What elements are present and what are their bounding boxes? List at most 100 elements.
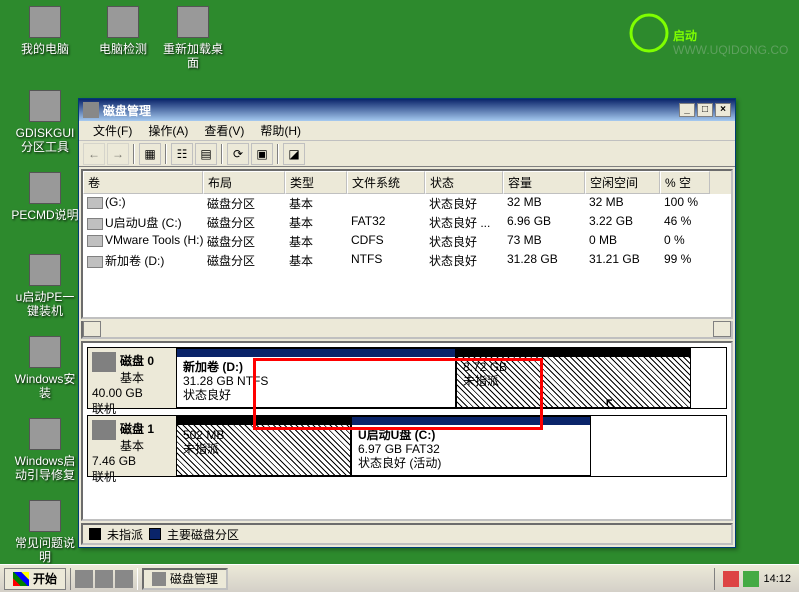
desktop-icon-label: Windows安装 (10, 372, 80, 400)
windows-flag-icon (13, 572, 29, 586)
desktop-icon-label: PECMD说明 (10, 208, 80, 222)
back-button: ← (83, 143, 105, 165)
disk-info[interactable]: 磁盘 0基本40.00 GB联机 (88, 348, 176, 408)
desktop-icon-image (29, 254, 61, 286)
partition[interactable]: 8.72 GB未指派 (456, 348, 691, 408)
quick-launch-icon[interactable] (115, 570, 133, 588)
desktop-icon[interactable]: 电脑检测 (88, 6, 158, 56)
partition[interactable]: U启动U盘 (C:)6.97 GB FAT32状态良好 (活动) (351, 416, 591, 476)
forward-button: → (107, 143, 129, 165)
desktop-icon-image (177, 6, 209, 38)
col-layout[interactable]: 布局 (203, 171, 285, 194)
volume-icon (87, 235, 103, 247)
disk-management-window: 磁盘管理 _ □ × 文件(F) 操作(A) 查看(V) 帮助(H) ← → ▦… (78, 98, 736, 548)
table-header: 卷 布局 类型 文件系统 状态 容量 空闲空间 % 空 (83, 171, 731, 194)
toolbar-icon[interactable]: ▤ (195, 143, 217, 165)
volume-list[interactable]: 卷 布局 类型 文件系统 状态 容量 空闲空间 % 空 (G:)磁盘分区基本状态… (81, 169, 733, 319)
menu-view[interactable]: 查看(V) (196, 120, 252, 141)
toolbar-icon[interactable]: ◪ (283, 143, 305, 165)
desktop-icon-label: 重新加载桌面 (158, 42, 228, 70)
desktop-icon[interactable]: 常见问题说明 (10, 500, 80, 564)
desktop-icon-label: GDISKGUI分区工具 (10, 126, 80, 154)
toolbar-icon[interactable]: ▦ (139, 143, 161, 165)
desktop-icon[interactable]: Windows安装 (10, 336, 80, 400)
desktop-icon[interactable]: 重新加载桌面 (158, 6, 228, 70)
menu-action[interactable]: 操作(A) (140, 120, 196, 141)
brand-logo: 启动 WWW.UQIDONG.COM (629, 8, 789, 61)
desktop-icon-image (29, 172, 61, 204)
legend-swatch-unallocated (89, 528, 101, 540)
taskbar-item-label: 磁盘管理 (170, 570, 218, 587)
desktop-icon-label: u启动PE一键装机 (10, 290, 80, 318)
disk-row: 磁盘 1基本7.46 GB联机502 MB未指派U启动U盘 (C:)6.97 G… (87, 415, 727, 477)
desktop-icon-image (29, 418, 61, 450)
disk-info[interactable]: 磁盘 1基本7.46 GB联机 (88, 416, 176, 476)
app-icon (152, 572, 166, 586)
clock[interactable]: 14:12 (763, 573, 791, 585)
partition[interactable]: 新加卷 (D:)31.28 GB NTFS状态良好 (176, 348, 456, 408)
horizontal-scrollbar[interactable] (81, 321, 733, 339)
legend: 未指派 主要磁盘分区 (81, 523, 733, 545)
desktop-icon-image (107, 6, 139, 38)
desktop-icon-image (29, 90, 61, 122)
desktop-icon-label: 电脑检测 (88, 42, 158, 56)
system-tray: 14:12 (714, 568, 799, 590)
quick-launch (70, 568, 138, 590)
desktop-icon-image (29, 500, 61, 532)
col-filesystem[interactable]: 文件系统 (347, 171, 425, 194)
desktop-icon[interactable]: 我的电脑 (10, 6, 80, 56)
col-status[interactable]: 状态 (425, 171, 503, 194)
table-row[interactable]: VMware Tools (H:)磁盘分区基本CDFS状态良好73 MB0 MB… (83, 232, 731, 251)
toolbar-icon[interactable]: ▣ (251, 143, 273, 165)
disk-icon (92, 352, 116, 372)
desktop-icon-label: 我的电脑 (10, 42, 80, 56)
start-button[interactable]: 开始 (4, 568, 66, 590)
volume-icon (87, 256, 103, 268)
desktop-icon-label: Windows启动引导修复 (10, 454, 80, 482)
toolbar: ← → ▦ ☷ ▤ ⟳ ▣ ◪ (79, 141, 735, 167)
close-button[interactable]: × (715, 103, 731, 117)
menu-file[interactable]: 文件(F) (85, 120, 140, 141)
desktop-icon[interactable]: Windows启动引导修复 (10, 418, 80, 482)
table-row[interactable]: (G:)磁盘分区基本状态良好32 MB32 MB100 % (83, 194, 731, 213)
table-row[interactable]: U启动U盘 (C:)磁盘分区基本FAT32状态良好 ...6.96 GB3.22… (83, 213, 731, 232)
titlebar[interactable]: 磁盘管理 _ □ × (79, 99, 735, 121)
table-row[interactable]: 新加卷 (D:)磁盘分区基本NTFS状态良好31.28 GB31.21 GB99… (83, 251, 731, 270)
taskbar-item[interactable]: 磁盘管理 (142, 568, 228, 590)
svg-text:启动: 启动 (673, 28, 697, 43)
legend-swatch-primary (149, 528, 161, 540)
app-icon (83, 102, 99, 118)
desktop-icon[interactable]: GDISKGUI分区工具 (10, 90, 80, 154)
menubar: 文件(F) 操作(A) 查看(V) 帮助(H) (79, 121, 735, 141)
desktop-icon[interactable]: u启动PE一键装机 (10, 254, 80, 318)
quick-launch-icon[interactable] (95, 570, 113, 588)
maximize-button[interactable]: □ (697, 103, 713, 117)
refresh-button[interactable]: ⟳ (227, 143, 249, 165)
taskbar: 开始 磁盘管理 14:12 (0, 564, 799, 592)
toolbar-icon[interactable]: ☷ (171, 143, 193, 165)
partition[interactable]: 502 MB未指派 (176, 416, 351, 476)
quick-launch-icon[interactable] (75, 570, 93, 588)
col-free[interactable]: 空闲空间 (585, 171, 660, 194)
window-title: 磁盘管理 (103, 102, 679, 119)
volume-icon (87, 218, 103, 230)
tray-icon[interactable] (743, 571, 759, 587)
desktop-icon-image (29, 336, 61, 368)
col-type[interactable]: 类型 (285, 171, 347, 194)
legend-label: 未指派 (107, 526, 143, 543)
start-label: 开始 (33, 570, 57, 587)
svg-text:WWW.UQIDONG.COM: WWW.UQIDONG.COM (673, 43, 789, 57)
desktop-icon[interactable]: PECMD说明 (10, 172, 80, 222)
disk-row: 磁盘 0基本40.00 GB联机新加卷 (D:)31.28 GB NTFS状态良… (87, 347, 727, 409)
col-volume[interactable]: 卷 (83, 171, 203, 194)
desktop-icon-image (29, 6, 61, 38)
tray-icon[interactable] (723, 571, 739, 587)
col-percent[interactable]: % 空 (660, 171, 710, 194)
disk-map: 磁盘 0基本40.00 GB联机新加卷 (D:)31.28 GB NTFS状态良… (81, 341, 733, 521)
col-capacity[interactable]: 容量 (503, 171, 585, 194)
minimize-button[interactable]: _ (679, 103, 695, 117)
volume-icon (87, 197, 103, 209)
legend-label: 主要磁盘分区 (167, 526, 239, 543)
menu-help[interactable]: 帮助(H) (252, 120, 309, 141)
desktop-icon-label: 常见问题说明 (10, 536, 80, 564)
